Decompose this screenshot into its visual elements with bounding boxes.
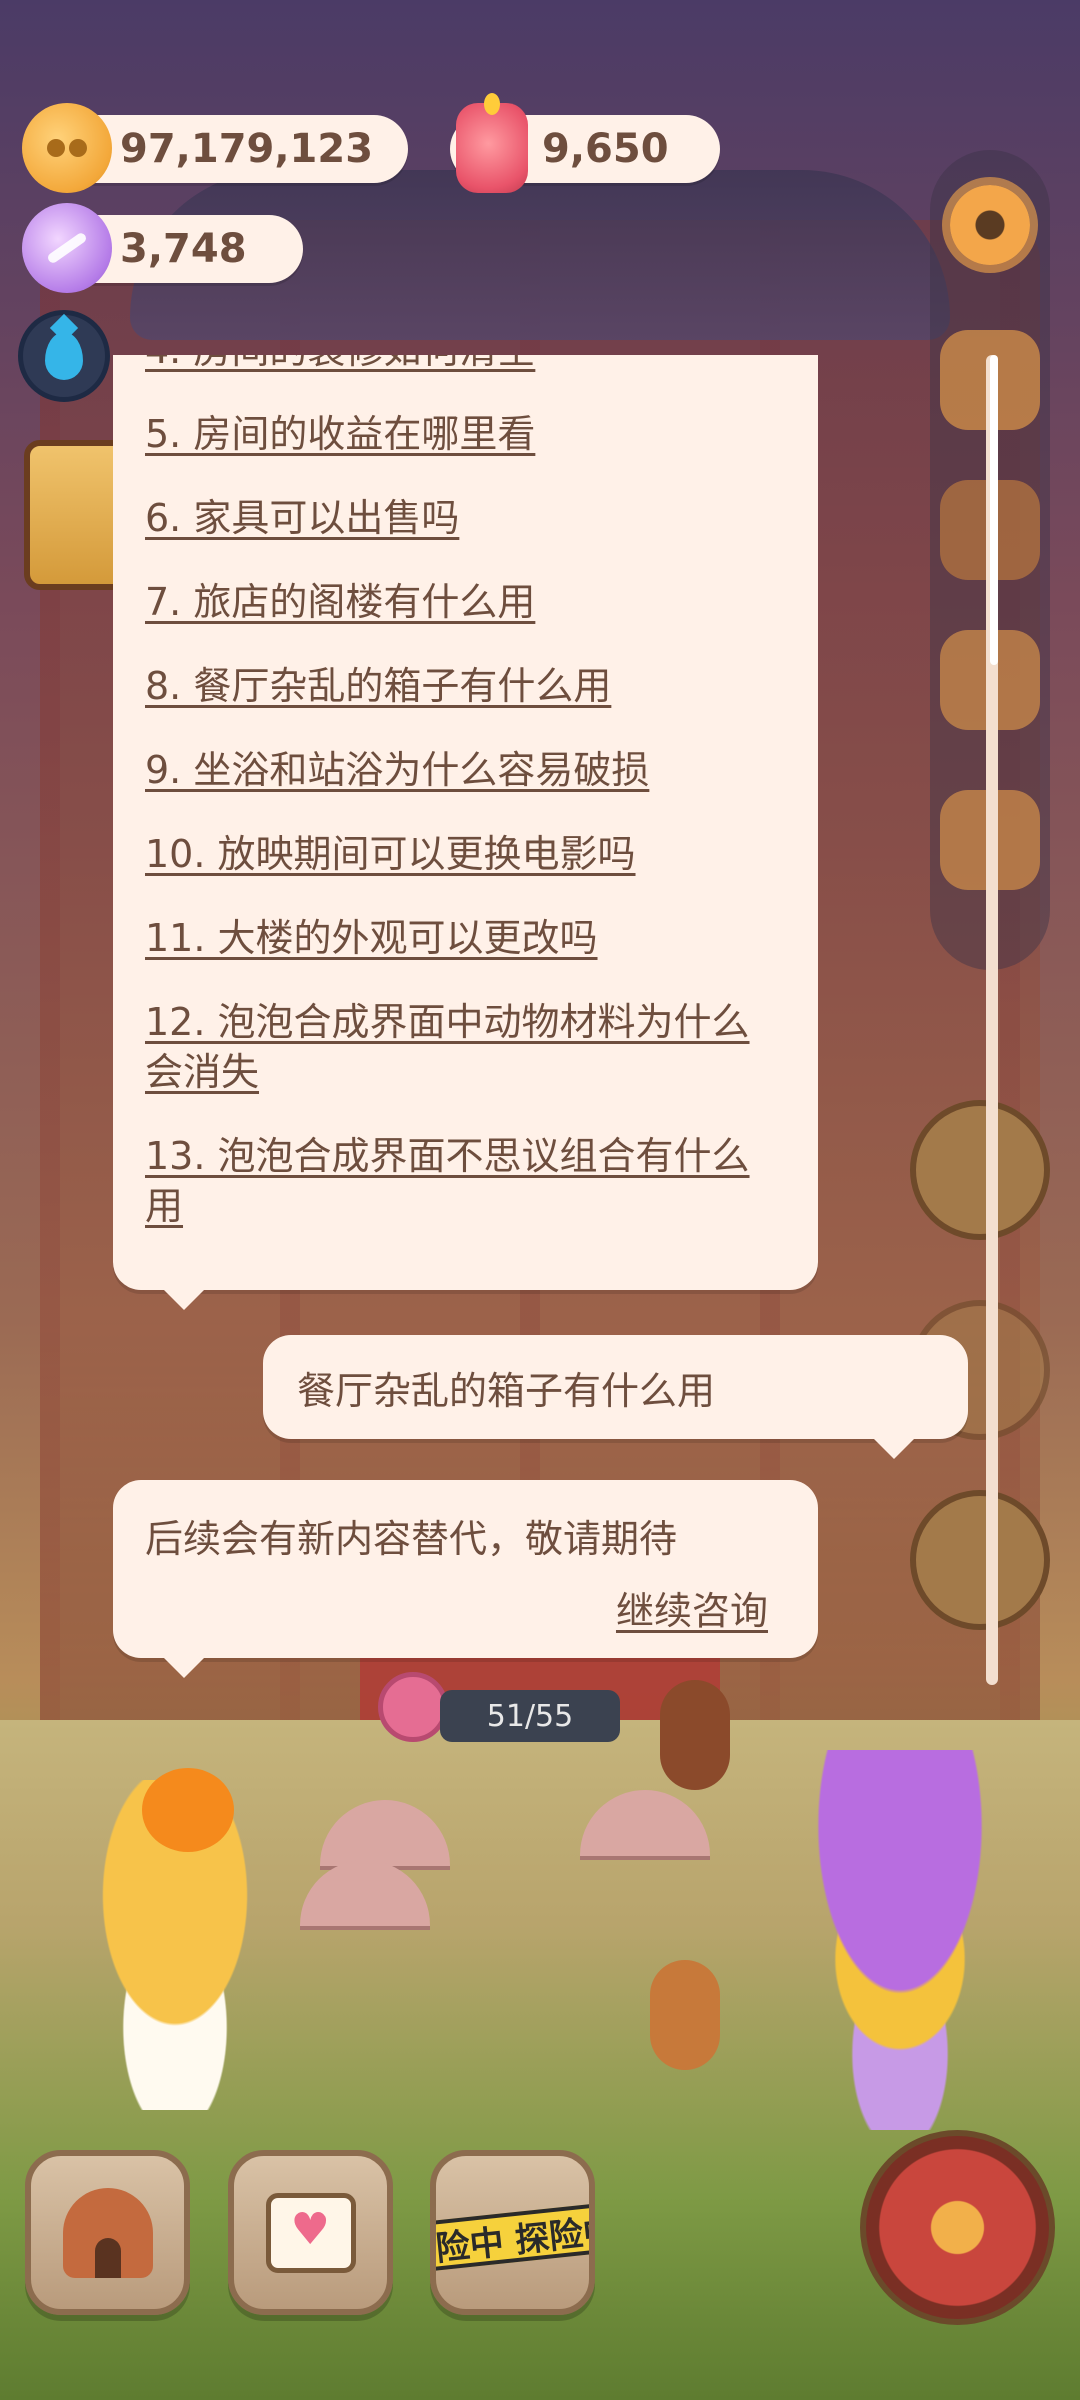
gem-amount: 3,748 bbox=[120, 226, 247, 272]
theater-stage-button[interactable] bbox=[860, 2130, 1055, 2325]
bot-message-bubble: 后续会有新内容替代，敬请期待 继续咨询 bbox=[113, 1480, 818, 1658]
guest-character bbox=[650, 1960, 720, 2070]
calendar-button[interactable] bbox=[228, 2150, 393, 2315]
faq-list: 4. 房间的装修如何清空 5. 房间的收益在哪里看 6. 家具可以出售吗 7. … bbox=[145, 355, 785, 1265]
gear-icon bbox=[950, 185, 1030, 265]
tiger-mask-character bbox=[750, 1750, 1050, 2130]
faq-item[interactable]: 6. 家具可以出售吗 bbox=[145, 493, 785, 543]
user-bubble-tail bbox=[870, 1435, 918, 1459]
faq-item[interactable]: 9. 坐浴和站浴为什么容易破损 bbox=[145, 745, 785, 795]
user-message-text: 餐厅杂乱的箱子有什么用 bbox=[297, 1368, 716, 1413]
side-event-button-3[interactable] bbox=[910, 1490, 1050, 1630]
stage-progress-text: 51/55 bbox=[486, 1698, 574, 1734]
water-drop-icon bbox=[45, 332, 83, 380]
continue-consult-link[interactable]: 继续咨询 bbox=[616, 1580, 768, 1635]
faq-item[interactable]: 12. 泡泡合成界面中动物材料为什么会消失 bbox=[145, 997, 785, 1097]
faq-item[interactable]: 4. 房间的装修如何清空 bbox=[145, 355, 785, 375]
side-event-button-1[interactable] bbox=[910, 1100, 1050, 1240]
user-message-bubble: 餐厅杂乱的箱子有什么用 bbox=[263, 1335, 968, 1439]
mushroom-house-icon bbox=[62, 2187, 153, 2278]
coin-amount: 97,179,123 bbox=[120, 126, 374, 172]
stage-progress-badge: 51/55 bbox=[440, 1690, 620, 1742]
explore-button[interactable]: 险中 探险中 bbox=[430, 2150, 595, 2315]
faq-bubble-tail bbox=[160, 1286, 208, 1310]
guest-character bbox=[660, 1680, 730, 1790]
faq-item[interactable]: 5. 房间的收益在哪里看 bbox=[145, 409, 785, 459]
bot-bubble-tail bbox=[160, 1654, 208, 1678]
coin-icon bbox=[22, 103, 112, 193]
exploring-tape-label: 险中 探险中 bbox=[436, 2199, 589, 2273]
settings-gear-button[interactable] bbox=[940, 175, 1040, 275]
bot-message-text: 后续会有新内容替代，敬请期待 bbox=[145, 1517, 678, 1561]
gem-counter[interactable]: 3,748 bbox=[22, 203, 303, 293]
faq-item[interactable]: 10. 放映期间可以更换电影吗 bbox=[145, 829, 785, 879]
candle-amount: 9,650 bbox=[542, 126, 669, 172]
faq-list-panel: 4. 房间的装修如何清空 5. 房间的收益在哪里看 6. 家具可以出售吗 7. … bbox=[113, 355, 818, 1290]
calendar-heart-icon bbox=[265, 2192, 356, 2273]
home-button[interactable] bbox=[25, 2150, 190, 2315]
coin-counter[interactable]: 97,179,123 bbox=[22, 103, 408, 193]
megaphone-icon[interactable] bbox=[378, 1672, 448, 1742]
orange-fruit-icon bbox=[142, 1768, 234, 1852]
faq-item[interactable]: 13. 泡泡合成界面不思议组合有什么用 bbox=[145, 1131, 785, 1231]
chat-scrollbar-thumb[interactable] bbox=[990, 355, 998, 665]
faq-item[interactable]: 8. 餐厅杂乱的箱子有什么用 bbox=[145, 661, 785, 711]
water-drop-button[interactable] bbox=[18, 310, 110, 402]
candle-counter[interactable]: 9,650 bbox=[450, 93, 720, 193]
faq-item[interactable]: 7. 旅店的阁楼有什么用 bbox=[145, 577, 785, 627]
gem-icon bbox=[22, 203, 112, 293]
faq-item[interactable]: 11. 大楼的外观可以更改吗 bbox=[145, 913, 785, 963]
candle-icon bbox=[456, 93, 528, 193]
